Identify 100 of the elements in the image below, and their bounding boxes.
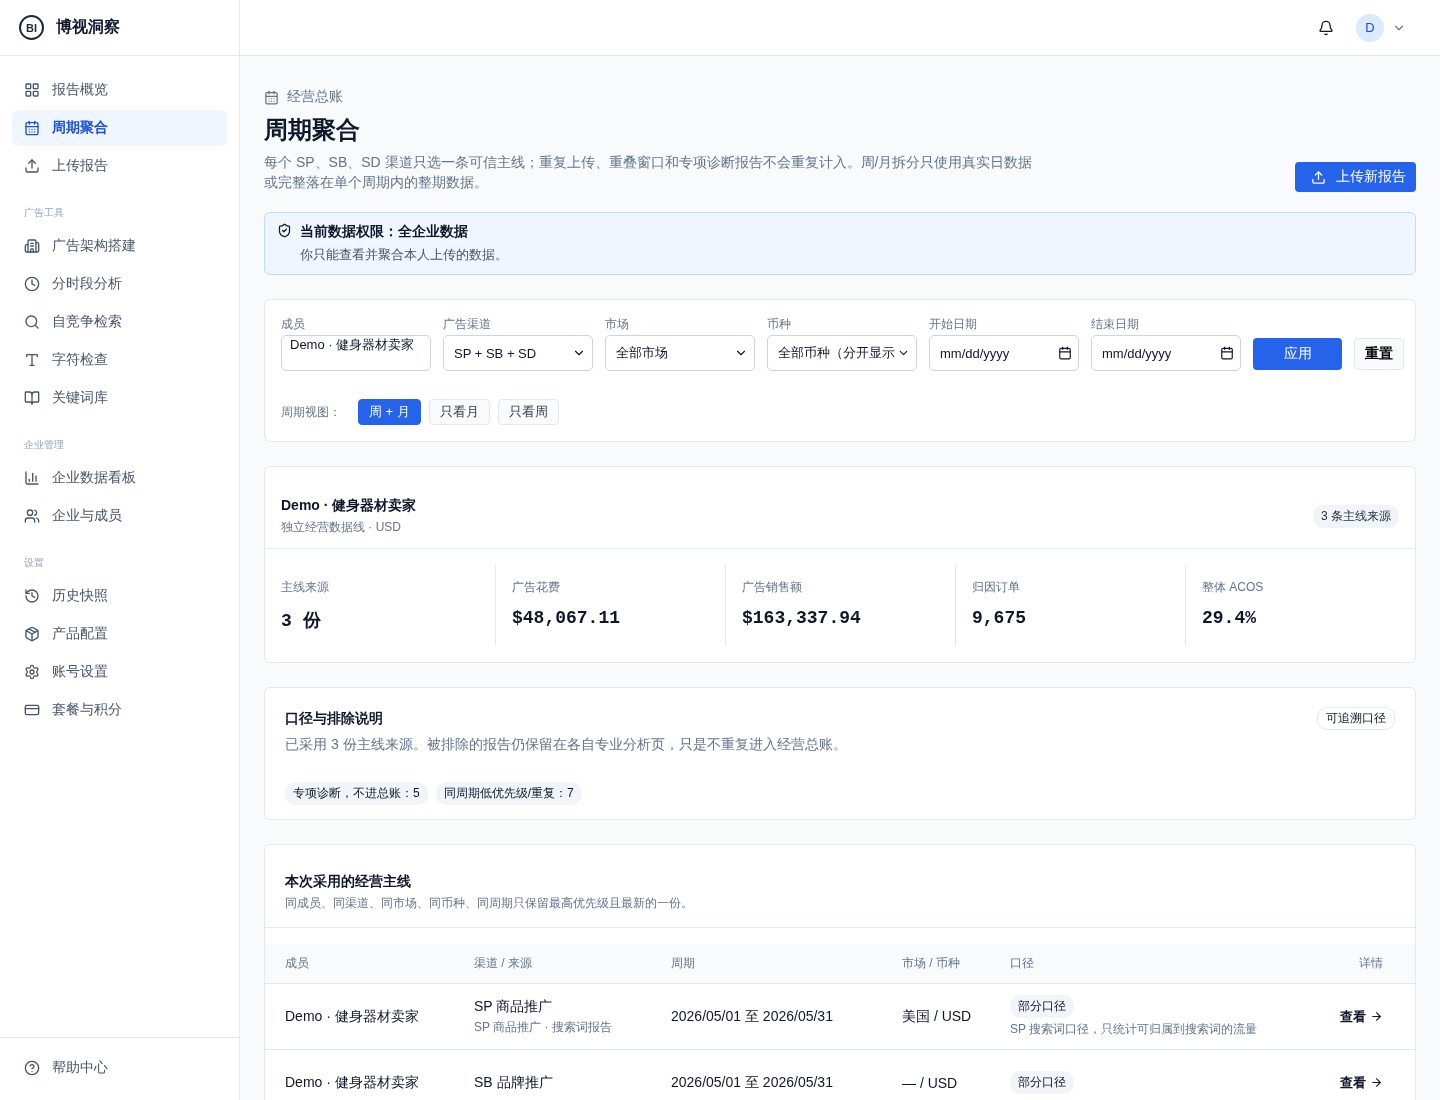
metric-label: 整体 ACOS <box>1202 579 1265 596</box>
select-field[interactable]: SP + SB + SD <box>443 335 593 371</box>
section-title: 企业管理 <box>23 438 65 452</box>
help-link[interactable]: 帮助中心 <box>12 1050 227 1086</box>
text-icon <box>24 352 40 368</box>
member-field[interactable]: Demo · 健身器材卖家 <box>281 335 431 371</box>
scope-badge: 可追溯口径 <box>1317 707 1395 730</box>
sidebar-item[interactable]: 字符检查 <box>12 342 227 378</box>
help-icon <box>24 1060 40 1076</box>
arrow-icon <box>1370 1010 1383 1023</box>
select-field[interactable]: 全部币种（分开显示 <box>767 335 917 371</box>
metric-label: 广告销售额 <box>742 579 803 596</box>
column-header: 口径 <box>1010 955 1035 972</box>
select-field[interactable]: 全部市场 <box>605 335 755 371</box>
upload-icon <box>1311 169 1326 185</box>
table-cell-text: 美国 / USD <box>902 1007 973 1026</box>
apply-button[interactable]: 应用 <box>1253 338 1342 370</box>
field-label: 结束日期 <box>1091 316 1140 333</box>
users-icon <box>24 508 40 524</box>
view-toggle[interactable]: 周 + 月 <box>358 399 421 425</box>
field-label: 币种 <box>767 316 792 333</box>
view-label: 周期视图： <box>281 403 341 421</box>
column-header: 渠道 / 来源 <box>474 955 533 972</box>
exclusion-tag: 同周期低优先级/重复：7 <box>435 782 582 805</box>
field-label: 广告渠道 <box>443 316 492 333</box>
metric-value: $163,337.94 <box>742 608 862 628</box>
upload-icon <box>24 158 40 174</box>
shield-icon <box>277 223 292 238</box>
notice-text: 你只能查看并聚合本人上传的数据。 <box>300 246 508 264</box>
upload-button[interactable]: 上传新报告 <box>1295 162 1416 192</box>
table-cell-text: 2026/05/01 至 2026/05/31 <box>671 1073 834 1092</box>
grid-icon <box>24 82 40 98</box>
reset-button[interactable]: 重置 <box>1354 338 1404 370</box>
field-label: 开始日期 <box>929 316 978 333</box>
sidebar-item[interactable]: 广告架构搭建 <box>12 228 227 264</box>
sidebar-item[interactable]: 分时段分析 <box>12 266 227 302</box>
view-toggle[interactable]: 只看周 <box>497 399 559 425</box>
scope-tag: 部分口径 <box>1010 1071 1074 1094</box>
settings-icon <box>24 664 40 680</box>
history-icon <box>24 588 40 604</box>
scope-tag: 部分口径 <box>1010 995 1074 1018</box>
sidebar-item[interactable]: 套餐与积分 <box>12 692 227 728</box>
book-icon <box>24 390 40 406</box>
summary-title: Demo · 健身器材卖家 <box>281 497 417 515</box>
metric-value: 29.4% <box>1202 608 1257 628</box>
box-icon <box>24 626 40 642</box>
metric-label: 广告花费 <box>512 579 561 596</box>
notification-icon[interactable] <box>1318 19 1334 36</box>
table-title: 本次采用的经营主线 <box>285 873 412 891</box>
table-cell-text: — / USD <box>902 1074 959 1091</box>
building-icon <box>24 238 40 254</box>
source-count-badge: 3 条主线来源 <box>1313 505 1399 528</box>
avatar[interactable]: D <box>1356 13 1384 42</box>
breadcrumb: 经营总账 <box>287 88 343 106</box>
calendar-icon <box>1058 346 1072 360</box>
table-cell-text: SB 品牌推广 <box>474 1073 554 1092</box>
table-cell-text: 2026/05/01 至 2026/05/31 <box>671 1007 834 1026</box>
date-field[interactable]: mm/dd/yyyy <box>929 335 1079 371</box>
logo-icon: BI <box>19 15 44 40</box>
notice-title: 当前数据权限：全企业数据 <box>300 223 469 241</box>
sidebar-item[interactable]: 账号设置 <box>12 654 227 690</box>
column-header: 详情 <box>1358 955 1383 972</box>
sidebar-item[interactable]: 历史快照 <box>12 578 227 614</box>
scope-text: 已采用 3 份主线来源。被排除的报告仍保留在各自专业分析页，只是不重复进入经营总账。 <box>285 736 848 754</box>
sidebar-item[interactable]: 关键词库 <box>12 380 227 416</box>
clock-icon <box>24 276 40 292</box>
search-icon <box>24 314 40 330</box>
sidebar-item[interactable]: 报告概览 <box>12 72 227 108</box>
sidebar-item[interactable]: 自竞争检索 <box>12 304 227 340</box>
table-subtitle: 同成员、同渠道、同市场、同币种、同周期只保留最高优先级且最新的一份。 <box>285 895 694 912</box>
arrow-icon <box>1370 1076 1383 1089</box>
sidebar-item[interactable]: 企业与成员 <box>12 498 227 534</box>
field-label: 成员 <box>281 316 306 333</box>
table-cell-text: Demo · 健身器材卖家 <box>285 1073 420 1092</box>
metric-label: 归因订单 <box>972 579 1021 596</box>
column-header: 市场 / 币种 <box>902 955 961 972</box>
exclusion-tag: 专项诊断，不进总账：5 <box>285 782 428 805</box>
table-cell-text: SP 商品推广 <box>474 997 554 1016</box>
table-cell-text: Demo · 健身器材卖家 <box>285 1007 420 1026</box>
date-field[interactable]: mm/dd/yyyy <box>1091 335 1241 371</box>
view-link[interactable]: 查看 <box>1340 1073 1383 1092</box>
calendar-icon <box>1220 346 1234 360</box>
bar-chart-icon <box>24 470 40 486</box>
sidebar-item[interactable]: 上传报告 <box>12 148 227 184</box>
metric-label: 主线来源 <box>281 579 330 596</box>
page-title: 周期聚合 <box>264 115 361 145</box>
calendar-icon <box>264 89 279 105</box>
sidebar-item[interactable]: 周期聚合 <box>12 110 227 146</box>
metric-value: $48,067.11 <box>512 608 622 628</box>
card-icon <box>24 702 40 718</box>
column-header: 成员 <box>285 955 310 972</box>
sidebar-item[interactable]: 企业数据看板 <box>12 460 227 496</box>
page-description: 每个 SP、SB、SD 渠道只选一条可信主线；重复上传、重叠窗口和专项诊断报告不会重复计入。周/月拆分只使用真实日数据或完整落在单个周期内的整期数据。 <box>264 153 1034 192</box>
view-toggle[interactable]: 只看月 <box>428 399 490 425</box>
field-label: 市场 <box>605 316 630 333</box>
section-title: 设置 <box>23 556 45 570</box>
scope-note: SP 搜索词口径，只统计可归属到搜索词的流量 <box>1010 1021 1259 1038</box>
source-text: SP 商品推广 · 搜索词报告 <box>474 1018 613 1036</box>
sidebar-item[interactable]: 产品配置 <box>12 616 227 652</box>
view-link[interactable]: 查看 <box>1340 1007 1383 1026</box>
